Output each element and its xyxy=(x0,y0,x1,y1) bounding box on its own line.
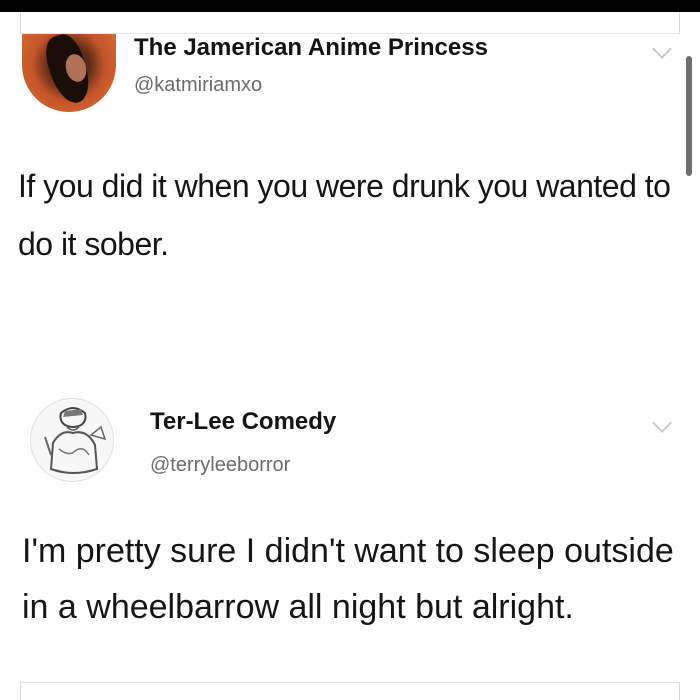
user-handle[interactable]: @katmiriamxo xyxy=(134,74,262,97)
avatar[interactable] xyxy=(30,398,114,482)
tweet-text: I'm pretty sure I didn't want to sleep o… xyxy=(22,532,674,626)
scrollbar[interactable] xyxy=(686,56,692,176)
chevron-down-icon[interactable] xyxy=(652,39,672,59)
display-name[interactable]: The Jamerican Anime Princess xyxy=(134,34,488,62)
tweet-card[interactable]: Ter-Lee Comedy @terryleeborror I'm prett… xyxy=(0,380,700,700)
tweet-card[interactable]: The Jamerican Anime Princess @katmiriamx… xyxy=(0,34,700,364)
status-bar xyxy=(0,0,700,12)
user-handle[interactable]: @terryleeborror xyxy=(150,454,290,477)
frame-edge-top xyxy=(20,12,680,34)
frame-edge-bottom xyxy=(20,682,680,700)
divider xyxy=(0,364,700,380)
display-name[interactable]: Ter-Lee Comedy xyxy=(150,408,336,436)
chevron-down-icon[interactable] xyxy=(652,413,672,433)
avatar-sketch xyxy=(44,407,107,474)
avatar[interactable] xyxy=(22,34,116,112)
tweet-text: If you did it when you were drunk you wa… xyxy=(18,168,671,262)
